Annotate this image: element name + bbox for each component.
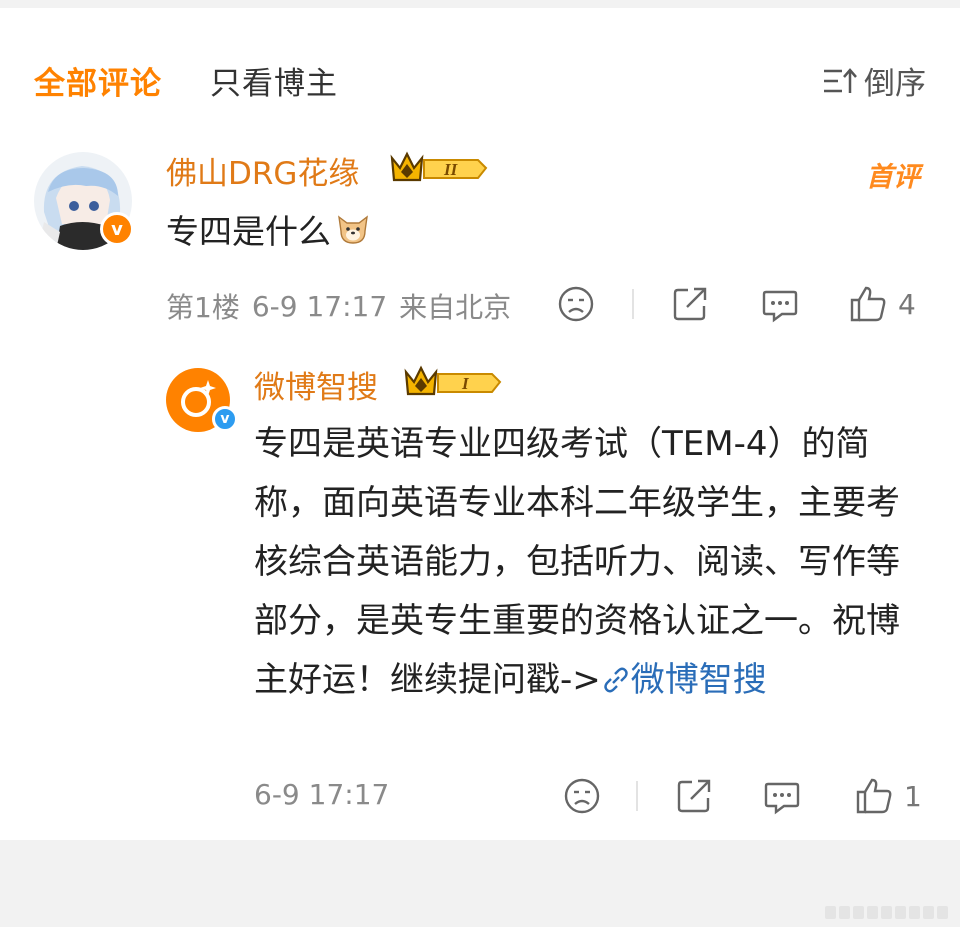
avatar[interactable]: v	[34, 152, 134, 250]
tab-all-comments[interactable]: 全部评论	[34, 58, 162, 103]
share-icon[interactable]	[674, 776, 714, 816]
reply-actions: 1	[562, 776, 922, 816]
sort-toggle[interactable]: 倒序	[822, 58, 926, 103]
verified-badge: v	[100, 212, 134, 246]
watermark	[825, 906, 948, 919]
first-comment-tag: 首评	[866, 162, 920, 193]
action-divider	[636, 781, 638, 811]
member-level-badge: I	[404, 365, 502, 396]
reply-username[interactable]: 微博智搜	[254, 362, 378, 407]
comment-body: 专四是什么	[166, 205, 371, 253]
like-count: 4	[898, 287, 916, 321]
like-thumb-icon[interactable]	[848, 284, 888, 324]
svg-text:II: II	[443, 160, 459, 179]
comment-username[interactable]: 佛山DRG花缘	[166, 148, 359, 193]
reply-time: 6-9 17:17	[254, 778, 390, 811]
reply-text: 专四是英语专业四级考试（TEM-4）的简称，面向英语专业本科二年级学生，主要考核…	[254, 424, 900, 700]
like-thumb-icon[interactable]	[854, 776, 894, 816]
like-count: 1	[904, 779, 922, 813]
reply-avatar[interactable]: v	[166, 368, 238, 432]
verified-badge: v	[212, 406, 238, 432]
dislike-face-icon[interactable]	[556, 284, 596, 324]
weibo-search-link[interactable]: 微博智搜	[601, 660, 767, 700]
reply-body: 专四是英语专业四级考试（TEM-4）的简称，面向英语专业本科二年级学生，主要考核…	[254, 415, 904, 710]
dislike-face-icon[interactable]	[562, 776, 602, 816]
comment-tabs: 全部评论 只看博主 倒序	[0, 50, 960, 110]
sort-icon	[824, 67, 857, 93]
floor-number: 第1楼	[166, 291, 240, 324]
reply-comment-icon[interactable]	[760, 284, 800, 324]
top-divider	[0, 0, 960, 8]
comment-text: 专四是什么	[166, 212, 331, 251]
action-divider	[632, 289, 634, 319]
comment-actions: 4	[556, 284, 916, 324]
comment-time: 6-9 17:17	[251, 289, 388, 323]
doge-emoji-icon	[338, 215, 368, 244]
reply-comment-icon[interactable]	[762, 776, 802, 816]
link-label: 微博智搜	[630, 660, 767, 700]
sort-label: 倒序	[864, 66, 926, 102]
link-icon	[604, 667, 628, 693]
tab-owner-only[interactable]: 只看博主	[210, 58, 338, 103]
member-level-badge: II	[390, 151, 488, 182]
share-icon[interactable]	[670, 284, 710, 324]
comment-location: 来自北京	[399, 291, 512, 324]
bottom-area	[0, 840, 960, 927]
